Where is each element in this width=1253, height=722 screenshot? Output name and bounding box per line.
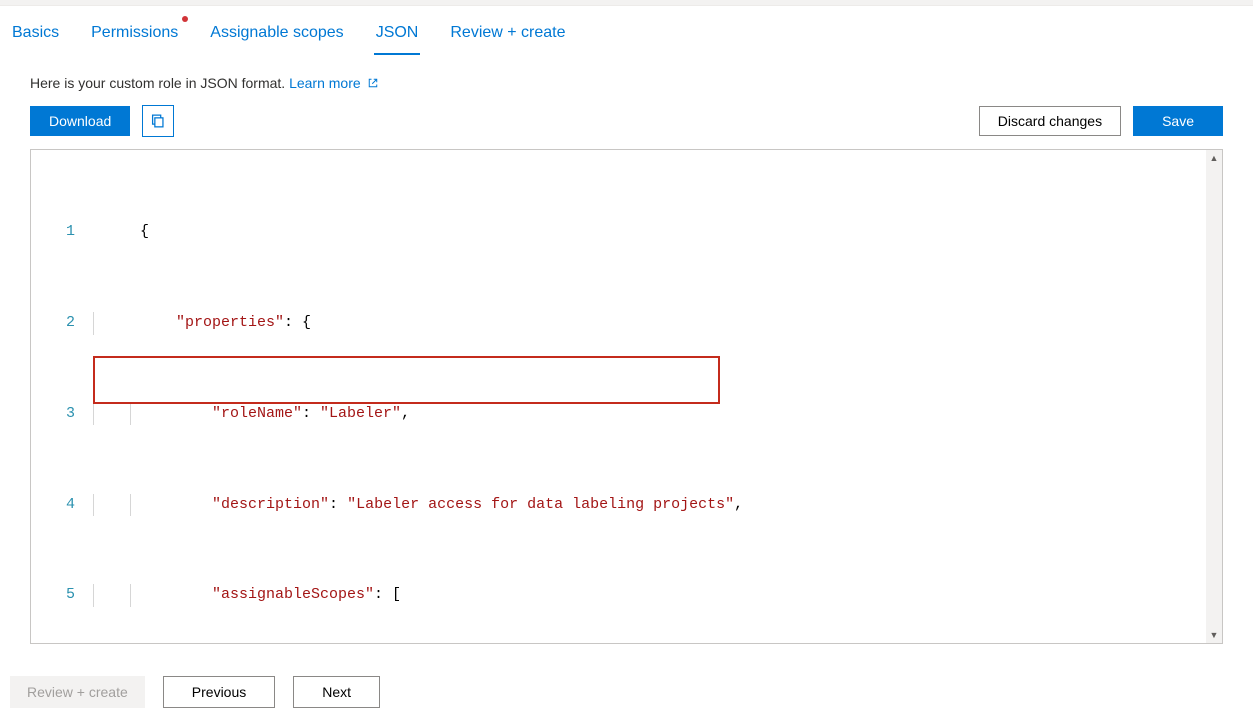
unsaved-dot-icon — [182, 16, 188, 22]
description-text: Here is your custom role in JSON format. — [30, 75, 289, 91]
tab-basics[interactable]: Basics — [10, 18, 61, 54]
discard-changes-button[interactable]: Discard changes — [979, 106, 1121, 136]
json-key-properties: "properties" — [176, 314, 284, 331]
tab-review-create[interactable]: Review + create — [448, 18, 567, 54]
code-line[interactable]: 1 { — [31, 221, 1222, 244]
learn-more-label: Learn more — [289, 75, 361, 91]
save-button[interactable]: Save — [1133, 106, 1223, 136]
scroll-up-icon[interactable]: ▲ — [1206, 150, 1222, 166]
json-editor[interactable]: 1 { 2 "properties": { 3 "roleName": "Lab… — [30, 149, 1223, 644]
code-area[interactable]: 1 { 2 "properties": { 3 "roleName": "Lab… — [31, 150, 1222, 644]
line-number: 4 — [31, 494, 93, 517]
copy-icon — [149, 112, 167, 130]
next-button[interactable]: Next — [293, 676, 380, 708]
tab-strip: Basics Permissions Assignable scopes JSO… — [0, 6, 1253, 55]
copy-button[interactable] — [142, 105, 174, 137]
json-key-assignablescopes: "assignableScopes" — [212, 586, 374, 603]
learn-more-link[interactable]: Learn more — [289, 75, 378, 91]
json-key-description: "description" — [212, 496, 329, 513]
editor-scrollbar[interactable]: ▲ ▼ — [1206, 150, 1222, 643]
description-row: Here is your custom role in JSON format.… — [0, 55, 1253, 101]
code-line[interactable]: 3 "roleName": "Labeler", — [31, 403, 1222, 426]
json-val-rolename: "Labeler" — [320, 405, 401, 422]
line-number: 3 — [31, 403, 93, 426]
tab-permissions[interactable]: Permissions — [89, 18, 180, 54]
tab-permissions-label: Permissions — [91, 24, 178, 41]
code-line[interactable]: 2 "properties": { — [31, 312, 1222, 335]
json-val-description: "Labeler access for data labeling projec… — [347, 496, 734, 513]
tab-json[interactable]: JSON — [374, 18, 421, 54]
review-create-button[interactable]: Review + create — [10, 676, 145, 708]
tab-assignable-scopes[interactable]: Assignable scopes — [208, 18, 345, 54]
code-line[interactable]: 4 "description": "Labeler access for dat… — [31, 494, 1222, 517]
toolbar: Download Discard changes Save — [0, 101, 1253, 149]
line-number: 5 — [31, 584, 93, 607]
code-line[interactable]: 5 "assignableScopes": [ — [31, 584, 1222, 607]
line-number: 2 — [31, 312, 93, 335]
json-key-rolename: "roleName" — [212, 405, 302, 422]
line-number: 1 — [31, 221, 93, 244]
previous-button[interactable]: Previous — [163, 676, 275, 708]
wizard-footer: Review + create Previous Next — [0, 661, 1253, 722]
scroll-down-icon[interactable]: ▼ — [1206, 627, 1222, 643]
external-link-icon — [367, 76, 379, 88]
download-button[interactable]: Download — [30, 106, 130, 136]
